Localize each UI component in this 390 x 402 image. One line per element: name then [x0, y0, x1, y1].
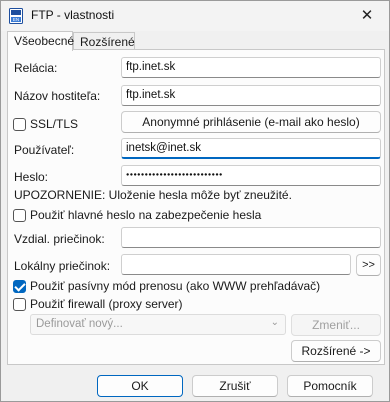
- tab-advanced-label: Rozšírené: [80, 35, 135, 49]
- firewall-label: Použiť firewall (proxy server): [30, 297, 183, 311]
- session-label: Relácia:: [14, 61, 58, 75]
- svg-text:EN: EN: [13, 17, 19, 22]
- ftp-app-icon: EN: [9, 8, 23, 24]
- passive-mode-label: Použiť pasívny mód prenosu (ako WWW preh…: [30, 279, 321, 293]
- password-field[interactable]: ●●●●●●●●●●●●●●●●●●●●●●●●●●: [121, 165, 381, 186]
- tab-general-label: Všeobecné: [14, 34, 75, 48]
- remote-dir-field[interactable]: [121, 227, 381, 248]
- change-firewall-button[interactable]: Zmeniť...: [291, 314, 381, 336]
- user-field[interactable]: inetsk@inet.sk: [121, 138, 381, 159]
- ssl-checkbox[interactable]: [13, 118, 26, 131]
- firewall-select-value: Definovať nový...: [36, 318, 123, 330]
- passive-mode-checkbox[interactable]: [13, 280, 26, 293]
- user-label: Používateľ:: [14, 143, 75, 157]
- password-label: Heslo:: [14, 170, 49, 184]
- close-icon[interactable]: ✕: [357, 6, 377, 26]
- hostname-label: Názov hostiteľa:: [14, 89, 101, 103]
- master-password-label: Použiť hlavné heslo na zabezpečenie hesl…: [30, 208, 262, 222]
- chevron-down-icon: ⌄: [270, 317, 279, 328]
- local-dir-label: Lokálny priečinok:: [14, 259, 111, 273]
- ssl-label: SSL/TLS: [30, 117, 79, 131]
- firewall-checkbox[interactable]: [13, 298, 26, 311]
- tab-bar: Všeobecné Rozšírené: [7, 31, 383, 51]
- ok-button[interactable]: OK: [97, 375, 183, 397]
- advanced-button[interactable]: Rozšírené ->: [291, 340, 381, 362]
- anonymous-login-button[interactable]: Anonymné prihlásenie (e-mail ako heslo): [121, 111, 381, 133]
- local-dir-field[interactable]: [121, 254, 351, 275]
- help-button[interactable]: Pomocník: [287, 375, 373, 397]
- window-title: FTP - vlastnosti: [31, 8, 115, 22]
- ftp-properties-dialog: EN FTP - vlastnosti ✕ Všeobecné Rozšíren…: [0, 0, 390, 402]
- hostname-field[interactable]: ftp.inet.sk: [121, 85, 381, 106]
- browse-local-dir-button[interactable]: >>: [356, 254, 381, 276]
- password-warning: UPOZORNENIE: Uloženie hesla môže byť zne…: [14, 188, 292, 202]
- cancel-button[interactable]: Zrušiť: [192, 375, 278, 397]
- remote-dir-label: Vzdial. priečinok:: [14, 232, 105, 246]
- general-tab-panel: Relácia: ftp.inet.sk Názov hostiteľa: ft…: [7, 49, 385, 365]
- title-bar: EN FTP - vlastnosti ✕: [1, 1, 389, 31]
- master-password-checkbox[interactable]: [13, 209, 26, 222]
- firewall-select[interactable]: Definovať nový... ⌄: [30, 314, 286, 335]
- tab-general[interactable]: Všeobecné: [7, 31, 75, 51]
- session-field[interactable]: ftp.inet.sk: [121, 57, 381, 78]
